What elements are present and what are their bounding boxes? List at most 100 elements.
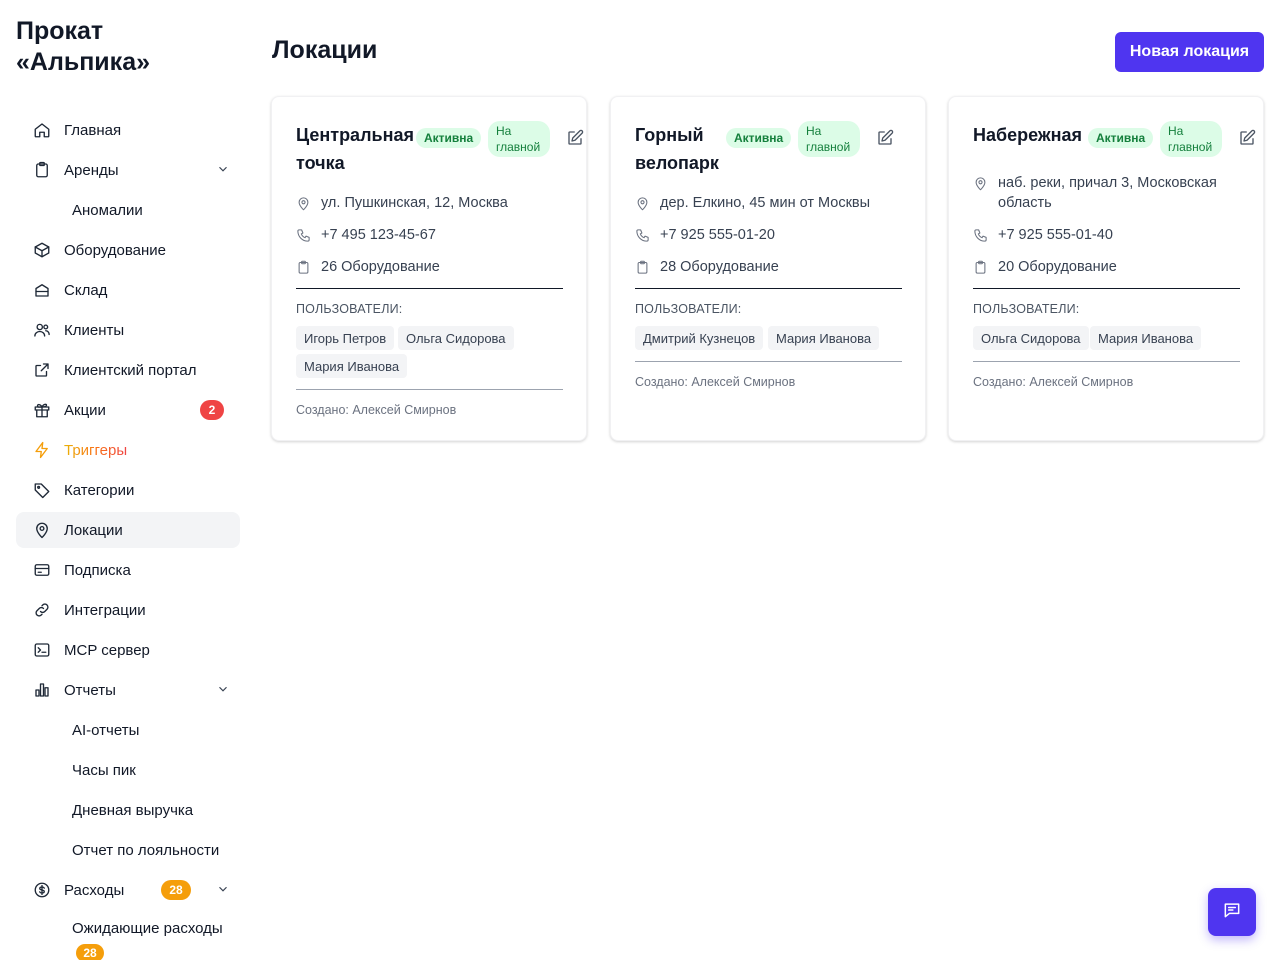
status-badge: Активна bbox=[726, 128, 792, 148]
sidebar-item-home[interactable]: Главная bbox=[16, 112, 240, 148]
sidebar-item-label: Подписка bbox=[64, 561, 131, 579]
location-card: Центральная точка Активна На главной ул.… bbox=[271, 96, 587, 441]
expenses-count-badge: 28 bbox=[161, 880, 191, 900]
created-by: Создано: Алексей Смирнов bbox=[973, 375, 1134, 389]
status-badge: Активна bbox=[416, 128, 482, 148]
sidebar-item-label: Клиентский портал bbox=[64, 361, 197, 379]
address-text: ул. Пушкинская, 12, Москва bbox=[321, 195, 508, 211]
phone-icon bbox=[296, 225, 312, 245]
equipment-row: 20 Оборудование bbox=[973, 257, 1253, 277]
location-name: Набережная bbox=[973, 121, 1088, 149]
sidebar-item-integrations[interactable]: Интеграции bbox=[16, 592, 240, 628]
chat-button[interactable] bbox=[1208, 888, 1256, 936]
chevron-down-icon[interactable] bbox=[216, 682, 230, 696]
sidebar-item-locations[interactable]: Локации bbox=[16, 512, 240, 548]
sidebar-item-loyalty-report[interactable]: Отчет по лояльности bbox=[16, 832, 240, 868]
sidebar-item-rentals[interactable]: Аренды bbox=[16, 152, 240, 188]
address-row: ул. Пушкинская, 12, Москва bbox=[296, 193, 576, 213]
sidebar-item-categories[interactable]: Категории bbox=[16, 472, 240, 508]
created-by: Создано: Алексей Смирнов bbox=[635, 375, 796, 389]
zap-icon bbox=[32, 440, 52, 460]
phone-icon bbox=[973, 225, 989, 245]
divider bbox=[296, 389, 563, 390]
sidebar-item-label: Категории bbox=[64, 481, 135, 499]
promotions-count-badge: 2 bbox=[200, 400, 224, 420]
user-chip: Мария Иванова bbox=[1090, 326, 1202, 350]
user-chip: Мария Иванова bbox=[296, 354, 408, 378]
edit-icon[interactable] bbox=[1238, 129, 1258, 149]
sidebar-item-ai-reports[interactable]: AI-отчеты bbox=[16, 712, 240, 748]
sidebar-item-label: Ожидающие расходы bbox=[72, 920, 223, 937]
address-row: дер. Елкино, 45 мин от Москвы bbox=[635, 193, 915, 213]
chevron-down-icon[interactable] bbox=[216, 882, 230, 896]
location-name-line: Набережная bbox=[973, 125, 1083, 145]
users-label: ПОЛЬЗОВАТЕЛИ: bbox=[973, 302, 1080, 316]
sidebar-item-promotions[interactable]: Акции 2 bbox=[16, 392, 240, 428]
credit-card-icon bbox=[32, 560, 52, 580]
home-badge: На главной bbox=[798, 121, 860, 157]
status-badge: Активна bbox=[1088, 128, 1154, 148]
chevron-down-icon[interactable] bbox=[216, 162, 230, 176]
sidebar-item-label: MCP сервер bbox=[64, 641, 150, 659]
box-icon bbox=[32, 240, 52, 260]
location-name-line: велопарк bbox=[635, 153, 719, 173]
location-card: Горный велопарк Активна На главной дер. … bbox=[610, 96, 926, 441]
sidebar-item-label: Расходы bbox=[64, 881, 125, 899]
clipboard-icon bbox=[635, 257, 651, 277]
dollar-circle-icon bbox=[32, 880, 52, 900]
user-chip: Игорь Петров bbox=[296, 326, 395, 350]
terminal-icon bbox=[32, 640, 52, 660]
sidebar-item-label: Оборудование bbox=[64, 241, 167, 259]
sidebar-item-label: Триггеры bbox=[64, 441, 128, 459]
home-badge-line: главной bbox=[496, 140, 541, 154]
clipboard-icon bbox=[973, 257, 989, 277]
sidebar-item-label: Акции bbox=[64, 401, 106, 419]
sidebar-item-peak-hours[interactable]: Часы пик bbox=[16, 752, 240, 788]
sidebar-item-mcp-server[interactable]: MCP сервер bbox=[16, 632, 240, 668]
sidebar-item-label: Аренды bbox=[64, 161, 119, 179]
sidebar-item-warehouse[interactable]: Склад bbox=[16, 272, 240, 308]
sidebar-item-clients[interactable]: Клиенты bbox=[16, 312, 240, 348]
phone-text: +7 925 555-01-40 bbox=[998, 227, 1113, 243]
equipment-text: 20 Оборудование bbox=[998, 259, 1117, 275]
home-badge-line: На bbox=[1168, 124, 1184, 138]
sidebar-item-pending-expenses[interactable]: Ожидающие расходы 28 bbox=[16, 912, 240, 960]
phone-text: +7 925 555-01-20 bbox=[660, 227, 775, 243]
home-badge-line: главной bbox=[1168, 140, 1213, 154]
sidebar-nav: Главная Аренды Аномалии Оборудование Скл… bbox=[16, 112, 240, 960]
location-name-line: точка bbox=[296, 153, 345, 173]
edit-icon[interactable] bbox=[876, 129, 896, 149]
divider bbox=[635, 361, 902, 362]
phone-row: +7 925 555-01-40 bbox=[973, 225, 1253, 245]
sidebar-item-expenses[interactable]: Расходы 28 bbox=[16, 872, 240, 908]
sidebar-item-triggers[interactable]: Триггеры bbox=[16, 432, 240, 468]
new-location-button[interactable]: Новая локация bbox=[1115, 32, 1264, 72]
user-chip: Ольга Сидорова bbox=[398, 326, 514, 350]
sidebar-item-label: Отчеты bbox=[64, 681, 116, 699]
home-icon bbox=[32, 120, 52, 140]
divider bbox=[635, 288, 902, 289]
map-pin-icon bbox=[32, 520, 52, 540]
sidebar-item-reports[interactable]: Отчеты bbox=[16, 672, 240, 708]
users-label: ПОЛЬЗОВАТЕЛИ: bbox=[635, 302, 742, 316]
address-row: наб. реки, причал 3, Московская область bbox=[973, 173, 1253, 213]
tag-icon bbox=[32, 480, 52, 500]
location-name-line: Центральная bbox=[296, 125, 414, 145]
external-link-icon bbox=[32, 360, 52, 380]
location-name: Центральная точка bbox=[296, 121, 416, 177]
divider bbox=[973, 361, 1240, 362]
edit-icon[interactable] bbox=[566, 129, 586, 149]
sidebar-item-client-portal[interactable]: Клиентский портал bbox=[16, 352, 240, 388]
sidebar-item-subscription[interactable]: Подписка bbox=[16, 552, 240, 588]
sidebar-item-anomalies[interactable]: Аномалии bbox=[16, 192, 240, 228]
phone-icon bbox=[635, 225, 651, 245]
sidebar-item-daily-revenue[interactable]: Дневная выручка bbox=[16, 792, 240, 828]
equipment-row: 28 Оборудование bbox=[635, 257, 915, 277]
home-badge: На главной bbox=[1160, 121, 1222, 157]
phone-row: +7 925 555-01-20 bbox=[635, 225, 915, 245]
users-icon bbox=[32, 320, 52, 340]
equipment-text: 26 Оборудование bbox=[321, 259, 440, 275]
map-pin-icon bbox=[973, 173, 989, 193]
sidebar-item-equipment[interactable]: Оборудование bbox=[16, 232, 240, 268]
link-icon bbox=[32, 600, 52, 620]
